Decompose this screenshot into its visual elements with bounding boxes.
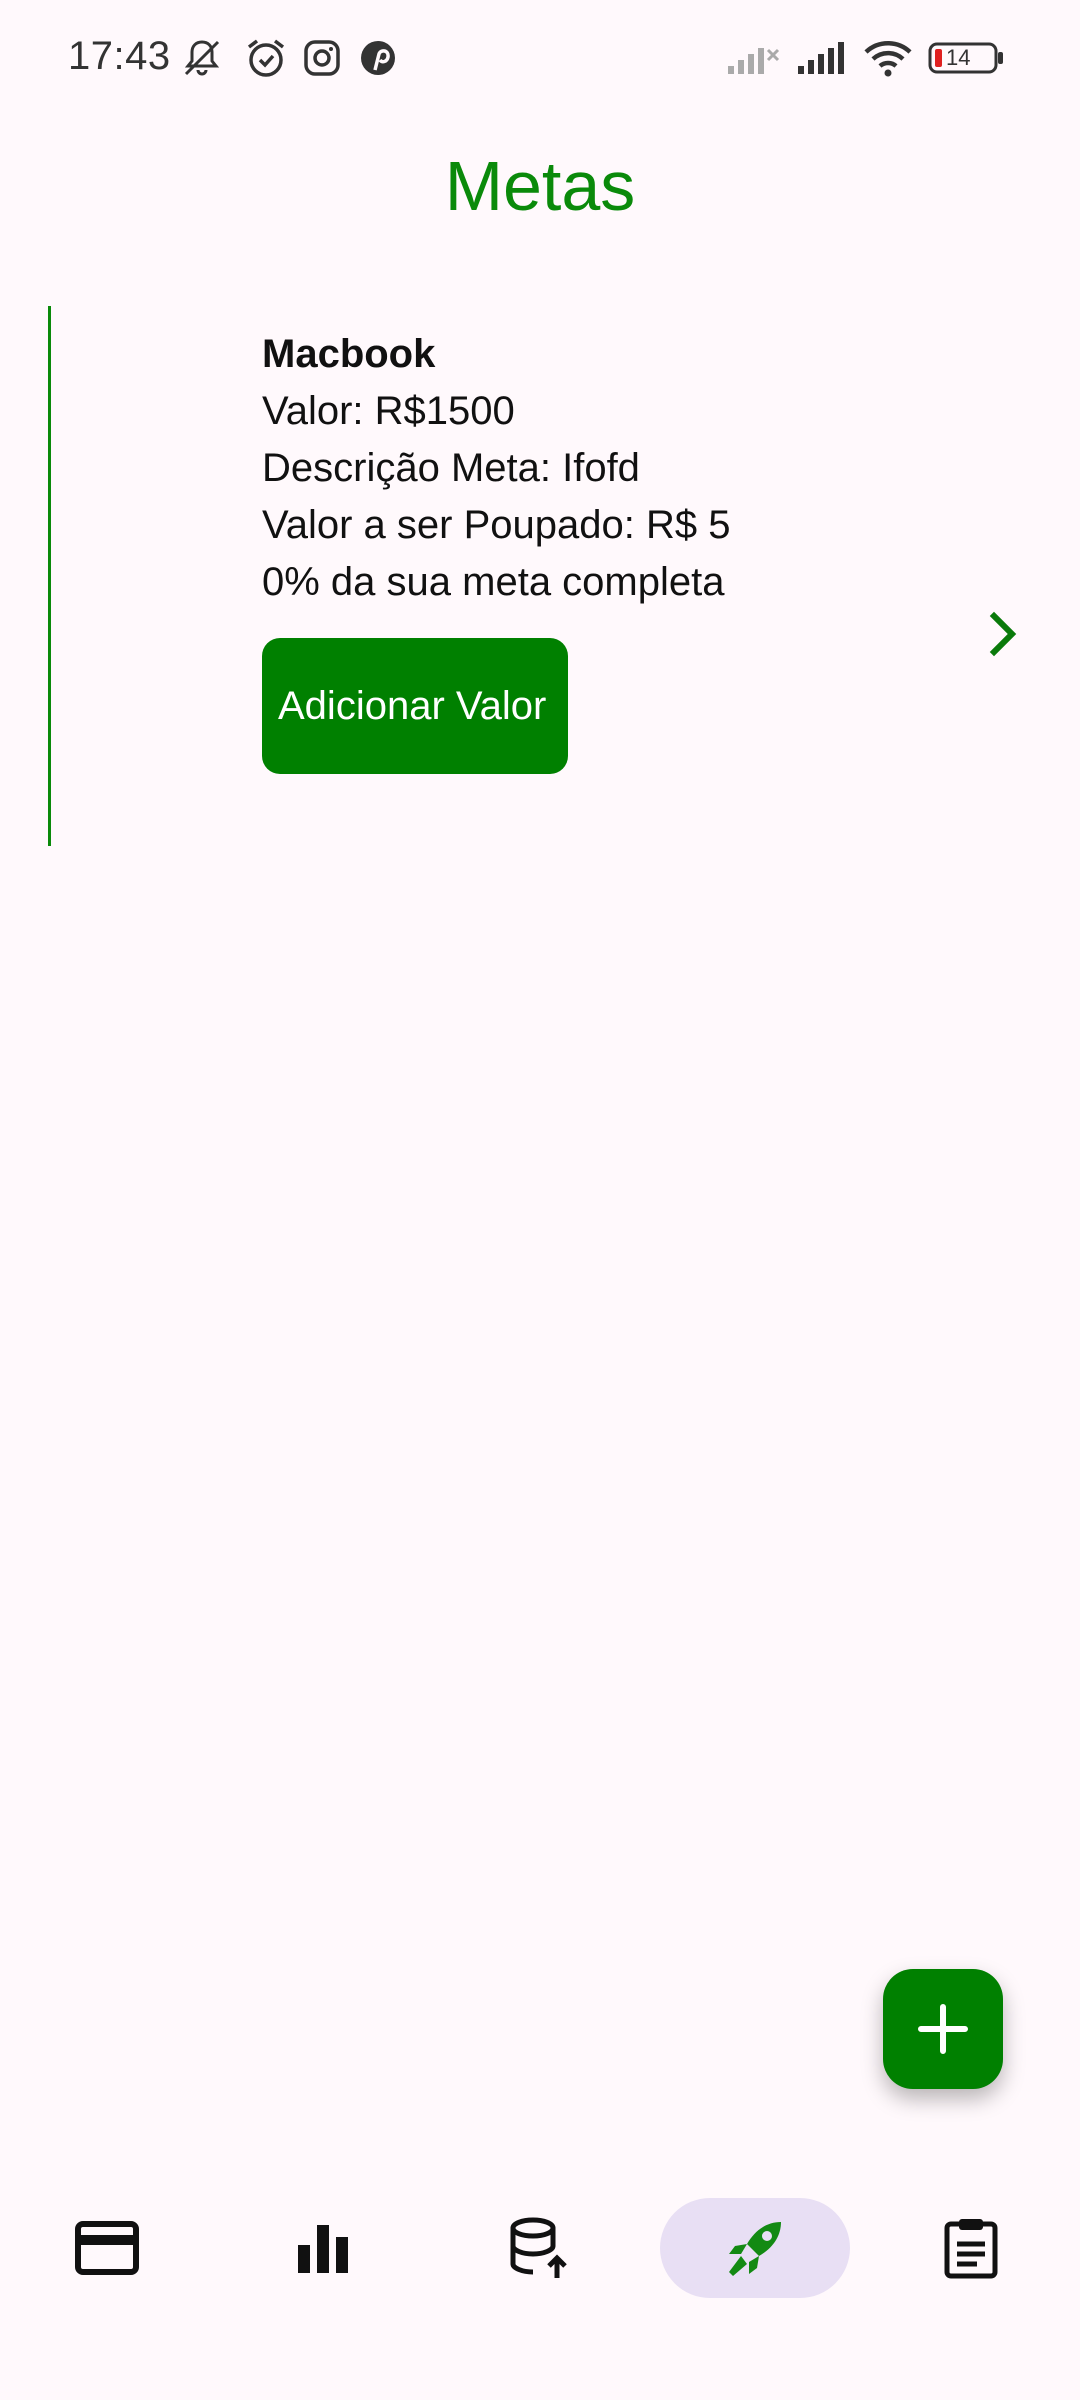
add-value-button[interactable]: Adicionar Valor (262, 638, 568, 774)
goal-description: Descrição Meta: Ifofd (262, 446, 640, 490)
status-time: 17:43 (68, 34, 171, 78)
battery-level: 14 (946, 45, 971, 70)
battery-icon: 14 (928, 36, 1006, 80)
chevron-right-icon[interactable] (978, 604, 1028, 664)
goal-card: Macbook Valor: R$1500 Descrição Meta: If… (48, 306, 1038, 846)
bottom-navigation (0, 2160, 1080, 2400)
credit-card-icon (75, 2221, 139, 2275)
instagram-icon (304, 40, 340, 76)
wifi-icon (864, 41, 912, 77)
goal-details: Macbook Valor: R$1500 Descrição Meta: If… (262, 326, 730, 611)
signal-icon (798, 42, 844, 74)
pinterest-icon (361, 41, 395, 75)
goal-card-accent-line (48, 306, 51, 846)
goal-value: Valor: R$1500 (262, 389, 515, 433)
nav-item-charts[interactable] (228, 2198, 418, 2298)
nav-item-cards[interactable] (12, 2198, 202, 2298)
alarm-icon (247, 39, 285, 77)
add-goal-button[interactable] (883, 1969, 1003, 2089)
bar-chart-icon (298, 2225, 348, 2273)
status-bar: 17:43 14 (0, 0, 1080, 120)
page-title: Metas (444, 147, 636, 225)
nav-item-reports[interactable] (876, 2198, 1066, 2298)
nav-item-goals[interactable] (660, 2198, 850, 2298)
rocket-icon (729, 2222, 781, 2276)
clipboard-icon (944, 2219, 998, 2279)
screen: 17:43 14 Metas Macbook Valor: R$1500 Des… (0, 0, 1080, 2400)
mute-notifications-icon (184, 40, 220, 76)
database-upload-icon (510, 2217, 567, 2278)
signal-no-sim-icon (728, 48, 780, 74)
goal-name: Macbook (262, 332, 436, 376)
goal-savings-amount: Valor a ser Poupado: R$ 5 (262, 503, 731, 547)
plus-icon (918, 2004, 968, 2054)
nav-item-data[interactable] (444, 2198, 634, 2298)
goal-progress-text: 0% da sua meta completa (262, 560, 725, 604)
